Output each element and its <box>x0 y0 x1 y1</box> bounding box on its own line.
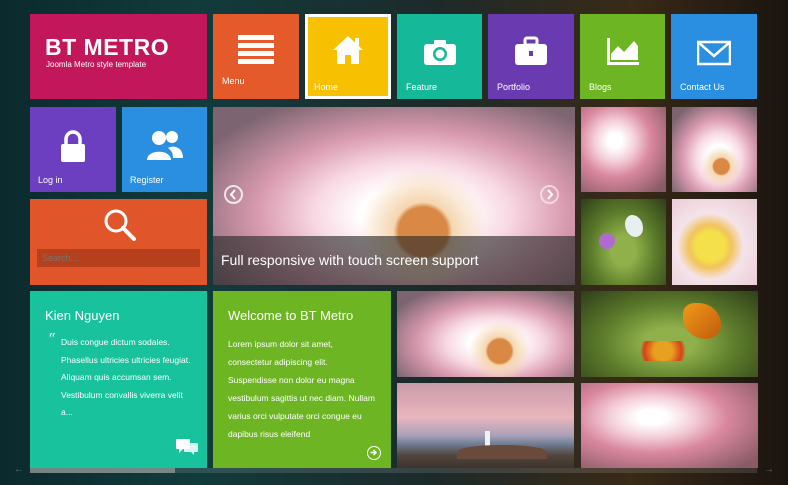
nav-tile-contact[interactable]: Contact Us <box>671 14 757 99</box>
gallery-thumbnail[interactable] <box>581 383 758 468</box>
slider-next-button[interactable] <box>540 185 559 204</box>
quote-icon: “ <box>48 330 56 348</box>
nav-label: Portfolio <box>497 82 531 92</box>
nav-label: Contact Us <box>680 82 725 92</box>
island-shape <box>457 445 547 459</box>
gallery-thumbnail[interactable] <box>581 107 666 192</box>
image-slider[interactable]: Full responsive with touch screen suppor… <box>213 107 575 285</box>
slider-prev-button[interactable] <box>224 185 243 204</box>
chart-icon <box>580 36 665 66</box>
login-label: Log in <box>38 175 63 185</box>
camera-icon <box>397 38 482 66</box>
horizontal-scrollbar[interactable] <box>30 468 757 473</box>
chat-icon[interactable] <box>176 438 198 461</box>
slider-caption-bar: Full responsive with touch screen suppor… <box>213 236 575 285</box>
gallery-thumbnail[interactable] <box>397 383 574 468</box>
flower-shape <box>599 233 615 249</box>
testimonial-quote: Duis congue dictum sodales. Phasellus ul… <box>61 337 191 417</box>
nav-tile-home[interactable]: Home <box>305 14 391 99</box>
brand-tile[interactable]: BT METRO Joomla Metro style template <box>30 14 207 99</box>
gallery-thumbnail[interactable] <box>581 199 666 285</box>
scrollbar-thumb[interactable] <box>30 468 175 473</box>
welcome-title: Welcome to BT Metro <box>228 308 354 323</box>
nav-tile-feature[interactable]: Feature <box>397 14 482 99</box>
flower-shape <box>633 341 693 361</box>
gallery-thumbnail[interactable] <box>397 291 574 377</box>
brand-subtitle: Joomla Metro style template <box>46 60 147 69</box>
nav-label: Home <box>314 82 339 92</box>
chevron-right-icon <box>547 189 554 200</box>
gallery-thumbnail[interactable] <box>672 107 757 192</box>
welcome-tile: Welcome to BT Metro Lorem ipsum dolor si… <box>213 291 391 468</box>
nav-tile-portfolio[interactable]: Portfolio <box>488 14 574 99</box>
nav-label: Feature <box>406 82 438 92</box>
briefcase-icon <box>488 36 574 66</box>
welcome-body: Lorem ipsum dolor sit amet, consectetur … <box>228 339 375 439</box>
brand-title: BT METRO <box>45 34 170 60</box>
butterfly-shape <box>625 215 643 237</box>
arrow-circle-icon[interactable] <box>367 446 381 460</box>
gallery-thumbnail[interactable] <box>581 291 758 377</box>
search-input[interactable] <box>37 249 200 267</box>
scroll-right-icon[interactable]: → <box>764 464 774 475</box>
nav-label: Blogs <box>589 82 612 92</box>
search-tile <box>30 199 207 285</box>
mail-icon <box>671 40 757 66</box>
nav-tile-blogs[interactable]: Blogs <box>580 14 665 99</box>
register-label: Register <box>130 175 164 185</box>
menu-icon <box>213 34 299 64</box>
users-icon <box>122 129 207 161</box>
page: { "brand": { "title": "BT METRO", "subti… <box>0 0 788 485</box>
testimonial-tile: Kien Nguyen “ Duis congue dictum sodales… <box>30 291 207 468</box>
register-tile[interactable]: Register <box>122 107 207 192</box>
login-tile[interactable]: Log in <box>30 107 116 192</box>
gallery-thumbnail[interactable] <box>672 199 757 285</box>
home-icon <box>305 34 391 66</box>
testimonial-name: Kien Nguyen <box>45 308 120 323</box>
nav-label: Menu <box>222 76 245 86</box>
butterfly-shape <box>683 303 721 339</box>
slider-caption: Full responsive with touch screen suppor… <box>221 252 479 268</box>
scroll-left-icon[interactable]: ← <box>14 464 24 475</box>
chevron-left-icon <box>229 189 236 200</box>
lock-icon <box>30 129 116 163</box>
search-icon[interactable] <box>30 207 207 241</box>
nav-tile-menu[interactable]: Menu <box>213 14 299 99</box>
